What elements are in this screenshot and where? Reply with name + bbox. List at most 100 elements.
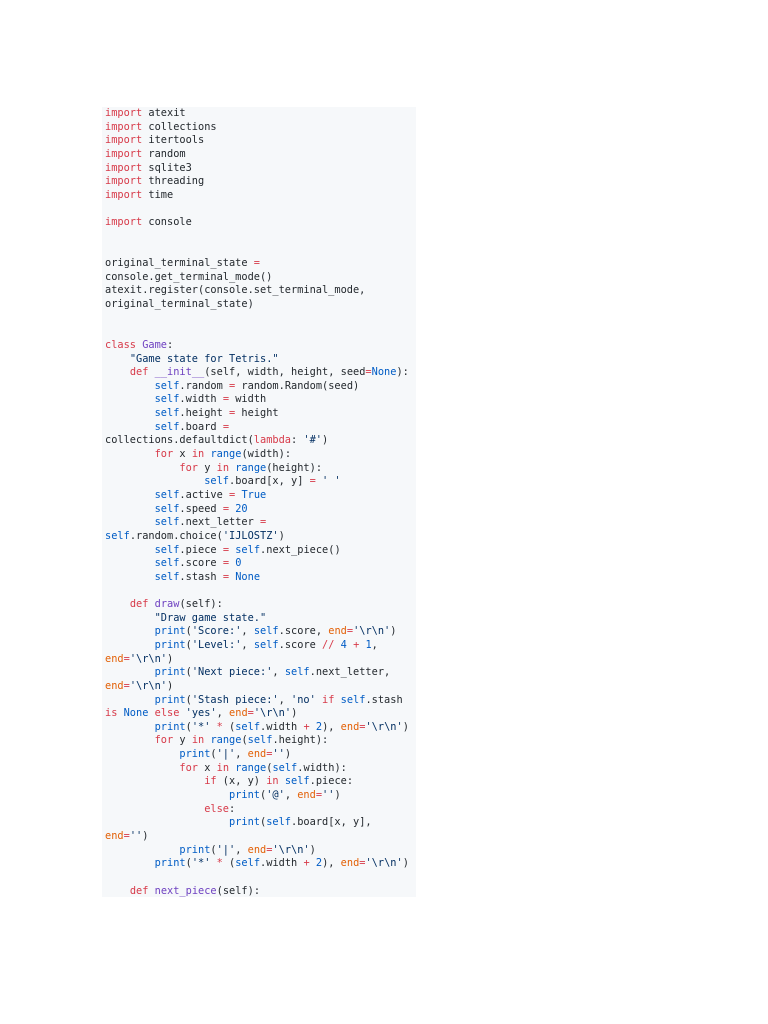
code-text: original_terminal_state [105, 257, 254, 270]
code-text: y [198, 461, 217, 474]
code-text: .stash [365, 693, 403, 706]
builtin-token: self [253, 625, 279, 638]
code-text: ) [142, 829, 149, 842]
code-line: print('Level:', self.score // 4 + 1, [102, 639, 416, 653]
code-line: self.speed = 20 [102, 503, 416, 517]
keyword-token: for [154, 448, 174, 461]
code-text: : [291, 434, 304, 447]
code-text: .next_letter, [309, 666, 391, 679]
code-text: , [216, 707, 230, 720]
builtin-token: self [154, 393, 180, 406]
code-text: , [371, 638, 378, 651]
builtin-token: print [179, 843, 211, 856]
code-text: .random [179, 379, 230, 392]
string-token: '#' [303, 434, 323, 447]
builtin-token: self [340, 693, 366, 706]
code-line: self.board[x, y] = ' ' [102, 475, 416, 489]
keyword-token: = [253, 257, 260, 270]
code-line: import collections [102, 121, 416, 135]
code-text: ) [278, 529, 285, 542]
string-token: '\r\n' [253, 707, 292, 720]
code-text: .board[x, y] [229, 475, 310, 488]
keyword-token: import [105, 120, 143, 133]
code-text: ) [322, 434, 329, 447]
kwarg-token: end [247, 843, 267, 856]
keyword-token: = [260, 516, 267, 529]
builtin-token: print [154, 857, 186, 870]
keyword-token: in [191, 448, 205, 461]
code-text: : [229, 802, 236, 815]
builtin-token: self [266, 816, 292, 829]
code-line: print('@', end='') [102, 789, 416, 803]
builtin-token: self [284, 666, 310, 679]
code-text: ) [284, 748, 292, 761]
code-line: "Draw game state." [102, 612, 416, 626]
code-text: .active [179, 488, 230, 501]
code-line: self.width = width [102, 393, 416, 407]
string-token: "Game state for Tetris." [129, 352, 279, 365]
code-text: ) [309, 843, 316, 856]
code-text: .board [179, 420, 223, 433]
number-token: 20 [235, 502, 248, 515]
code-text: .width): [297, 761, 347, 774]
code-text: .stash [179, 570, 223, 583]
builtin-token: self [247, 734, 273, 747]
code-text: , [235, 748, 248, 761]
code-line: print('Next piece:', self.next_letter, [102, 666, 416, 680]
code-text: .next_letter [179, 516, 261, 529]
builtin-token: print [229, 816, 260, 829]
code-text: .next_piece() [260, 543, 341, 556]
builtin-token: self [284, 775, 310, 788]
function-name-token: next_piece [154, 884, 217, 897]
code-text: ) [291, 707, 298, 720]
code-text: random.Random(seed) [235, 379, 360, 392]
code-text: , [278, 693, 292, 706]
kwarg-token: end [229, 707, 248, 720]
keyword-token: = [222, 420, 230, 433]
code-line: self.height = height [102, 407, 416, 421]
string-token: 'no' [291, 693, 316, 706]
code-text: .width [260, 720, 304, 733]
code-line: print('|', end='\r\n') [102, 844, 416, 858]
keyword-token: import [105, 216, 143, 229]
code-line: for y in range(height): [102, 462, 416, 476]
builtin-token: self [154, 420, 180, 433]
code-line: self.next_letter = [102, 516, 416, 530]
builtin-token: None [371, 366, 397, 379]
code-line: class Game: [102, 339, 416, 353]
builtin-token: print [154, 666, 186, 679]
keyword-token: for [154, 734, 174, 747]
string-token: '' [272, 748, 285, 761]
builtin-token: self [154, 557, 180, 570]
keyword-token: if [322, 693, 335, 706]
code-text: original_terminal_state) [105, 297, 254, 310]
code-line: print('*' * (self.width + 2), end='\r\n'… [102, 721, 416, 735]
code-text: .random.choice( [129, 529, 223, 542]
code-text: .width [179, 393, 223, 406]
builtin-token: True [241, 488, 267, 501]
code-line: self.piece = self.next_piece() [102, 544, 416, 558]
builtin-token: print [154, 625, 186, 638]
code-text: , [284, 789, 298, 802]
code-line: print('Stash piece:', 'no' if self.stash [102, 694, 416, 708]
code-line: original_terminal_state = [102, 257, 416, 271]
builtin-token: self [154, 502, 180, 515]
code-line: def draw(self): [102, 598, 416, 612]
code-line: self.board = [102, 421, 416, 435]
keyword-token: import [105, 107, 143, 119]
builtin-token: print [229, 789, 260, 802]
